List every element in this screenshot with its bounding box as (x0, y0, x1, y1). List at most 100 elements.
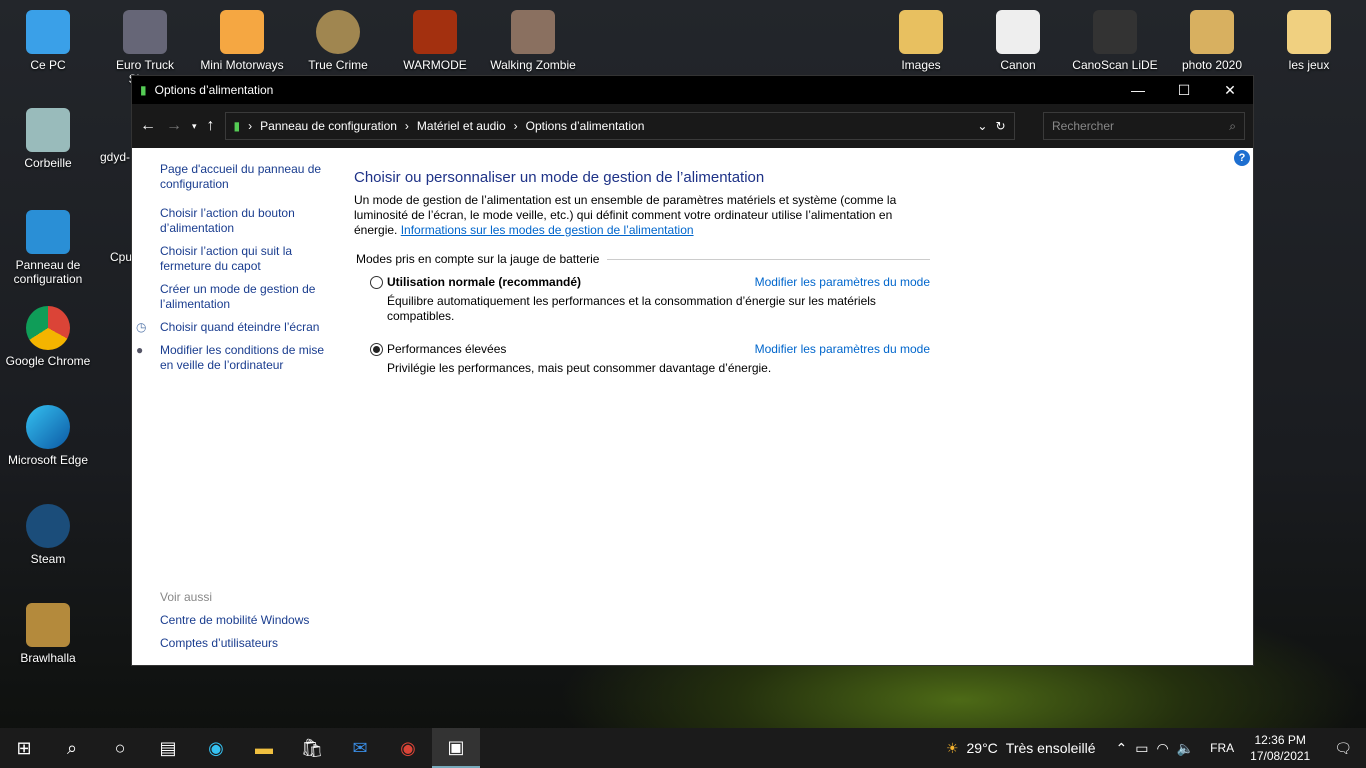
search-icon: ⌕ (1229, 118, 1236, 133)
desktop-icon-corbeille[interactable]: Corbeille (3, 108, 93, 170)
folder-icon (1190, 10, 1234, 54)
breadcrumb-item[interactable]: Panneau de configuration (260, 119, 397, 133)
change-plan-settings-link[interactable]: Modifier les paramètres du mode (755, 342, 930, 357)
desktop-icon[interactable]: Walking Zombie (488, 10, 578, 72)
notifications-icon[interactable]: 🗨 (1334, 740, 1352, 757)
recent-dropdown[interactable]: ▾ (192, 121, 197, 132)
chevron-up-icon[interactable]: ⌃ (1116, 740, 1128, 757)
breadcrumb-item[interactable]: Options d’alimentation (526, 119, 645, 133)
desktop-icon[interactable]: photo 2020 (1167, 10, 1257, 72)
computer-icon (26, 10, 70, 54)
sidebar-link-sleep[interactable]: ● Modifier les conditions de mise en veil… (136, 343, 330, 373)
power-icon: ▮ (140, 83, 147, 97)
edge-icon[interactable]: ◉ (192, 728, 240, 768)
chevron-icon: › (404, 119, 409, 133)
refresh-icon[interactable]: ↻ (995, 119, 1005, 133)
search-input[interactable]: Rechercher ⌕ (1043, 112, 1245, 140)
clock[interactable]: 12:36 PM 17/08/2021 (1250, 732, 1310, 764)
steam-icon (26, 504, 70, 548)
sidebar-link-screen[interactable]: ◷ Choisir quand éteindre l’écran (136, 320, 330, 335)
desktop-icon[interactable]: Canon (973, 10, 1063, 72)
brawlhalla-icon (26, 603, 70, 647)
breadcrumb[interactable]: ▮ › Panneau de configuration › Matériel et… (224, 112, 1015, 140)
up-button[interactable]: ↑ (207, 117, 215, 135)
warmode-icon (413, 10, 457, 54)
control-panel-icon[interactable]: ▣ (432, 728, 480, 768)
system-tray: ☀ 29°C Très ensoleillé ⌃ ▭ ◠ 🔈 FRA 12:36… (946, 732, 1366, 764)
plan-high-performance: Performances élevées Modifier les paramè… (354, 342, 930, 376)
desktop-icon-steam[interactable]: Steam (3, 504, 93, 566)
chevron-icon: › (513, 119, 518, 133)
sidebar-link[interactable]: Créer un mode de gestion de l’alimentati… (160, 282, 330, 312)
radio-balanced[interactable] (370, 276, 383, 289)
battery-icon[interactable]: ▭ (1135, 740, 1148, 757)
desktop-icon-edge[interactable]: Microsoft Edge (3, 405, 93, 467)
wifi-icon[interactable]: ◠ (1157, 740, 1169, 757)
desktop-icon[interactable]: WARMODE (390, 10, 480, 72)
info-link[interactable]: Informations sur les modes de gestion de… (401, 223, 694, 237)
sidebar-link[interactable]: Choisir l’action du bouton d’alimentatio… (160, 206, 330, 236)
folder-icon (1287, 10, 1331, 54)
desktop-icon-ce-pc[interactable]: Ce PC (3, 10, 93, 72)
desktop-icon[interactable]: True Crime (293, 10, 383, 72)
power-options-window: ▮ Options d’alimentation — ☐ ✕ ← → ▾ ↑ ▮ › … (131, 75, 1254, 666)
screen-clock-icon: ◷ (136, 320, 147, 334)
start-button[interactable]: ⊞ (0, 728, 48, 768)
walking-zombie-icon (511, 10, 555, 54)
scanner-icon (1093, 10, 1137, 54)
store-icon[interactable]: 🛍 (288, 728, 336, 768)
task-view-icon[interactable]: ▤ (144, 728, 192, 768)
printer-icon (996, 10, 1040, 54)
weather-text[interactable]: Très ensoleillé (1006, 740, 1096, 756)
desktop-icon[interactable]: les jeux (1264, 10, 1354, 72)
close-button[interactable]: ✕ (1207, 82, 1253, 99)
intro-text: Un mode de gestion de l’alimentation est… (354, 193, 897, 237)
sidebar: Page d'accueil du panneau de configurati… (136, 162, 330, 381)
desktop-icon-brawlhalla[interactable]: Brawlhalla (3, 603, 93, 665)
file-explorer-icon[interactable]: ▬ (240, 728, 288, 768)
control-panel-icon (26, 210, 70, 254)
title-bar: ▮ Options d’alimentation — ☐ ✕ (132, 76, 1253, 104)
cortana-icon[interactable]: ○ (96, 728, 144, 768)
back-button[interactable]: ← (140, 117, 156, 135)
forward-button[interactable]: → (166, 117, 182, 135)
weather-sun-icon[interactable]: ☀ (946, 740, 959, 757)
group-header: Modes pris en compte sur la jauge de bat… (356, 252, 930, 267)
user-accounts-link[interactable]: Comptes d’utilisateurs (160, 632, 309, 655)
sidebar-link[interactable]: Choisir l’action qui suit la fermeture d… (160, 244, 330, 274)
desktop-icon[interactable]: CanoScan LiDE (1070, 10, 1160, 72)
main-content: Choisir ou personnaliser un mode de gest… (354, 170, 930, 376)
maximize-button[interactable]: ☐ (1161, 82, 1207, 99)
language-indicator[interactable]: FRA (1210, 741, 1234, 755)
desktop-icon[interactable]: Mini Motorways (197, 10, 287, 72)
volume-icon[interactable]: 🔈 (1177, 740, 1194, 757)
mobility-center-link[interactable]: Centre de mobilité Windows (160, 609, 309, 632)
window-title: Options d’alimentation (154, 83, 274, 97)
desktop-icon-panneau[interactable]: Panneau de configuration (3, 210, 93, 286)
see-also: Voir aussi Centre de mobilité Windows Co… (160, 586, 309, 655)
sidebar-link[interactable]: Page d'accueil du panneau de configurati… (160, 162, 330, 192)
page-title: Choisir ou personnaliser un mode de gest… (354, 169, 765, 186)
chrome-icon (26, 306, 70, 350)
weather-temp[interactable]: 29°C (967, 740, 998, 756)
taskbar: ⊞ ⌕ ○ ▤ ◉ ▬ 🛍 ✉ ◉ ▣ ☀ 29°C Très ensoleil… (0, 728, 1366, 768)
mini-motorways-icon (220, 10, 264, 54)
help-icon[interactable]: ? (1234, 150, 1250, 166)
search-icon[interactable]: ⌕ (48, 728, 96, 768)
radio-high-performance[interactable] (370, 343, 383, 356)
true-crime-icon (316, 10, 360, 54)
mail-icon[interactable]: ✉ (336, 728, 384, 768)
address-bar: ← → ▾ ↑ ▮ › Panneau de configuration › Mat… (132, 104, 1253, 148)
moon-icon: ● (136, 343, 144, 357)
desktop-icon-chrome[interactable]: Google Chrome (3, 306, 93, 368)
minimize-button[interactable]: — (1115, 82, 1161, 99)
change-plan-settings-link[interactable]: Modifier les paramètres du mode (755, 275, 930, 290)
chevron-icon: › (248, 119, 253, 133)
desktop-icon[interactable]: Images (876, 10, 966, 72)
edge-icon (26, 405, 70, 449)
chevron-down-icon[interactable]: ⌄ (977, 119, 987, 133)
power-icon: ▮ (233, 119, 241, 133)
breadcrumb-item[interactable]: Matériel et audio (417, 119, 506, 133)
euro-truck-icon (123, 10, 167, 54)
chrome-icon[interactable]: ◉ (384, 728, 432, 768)
